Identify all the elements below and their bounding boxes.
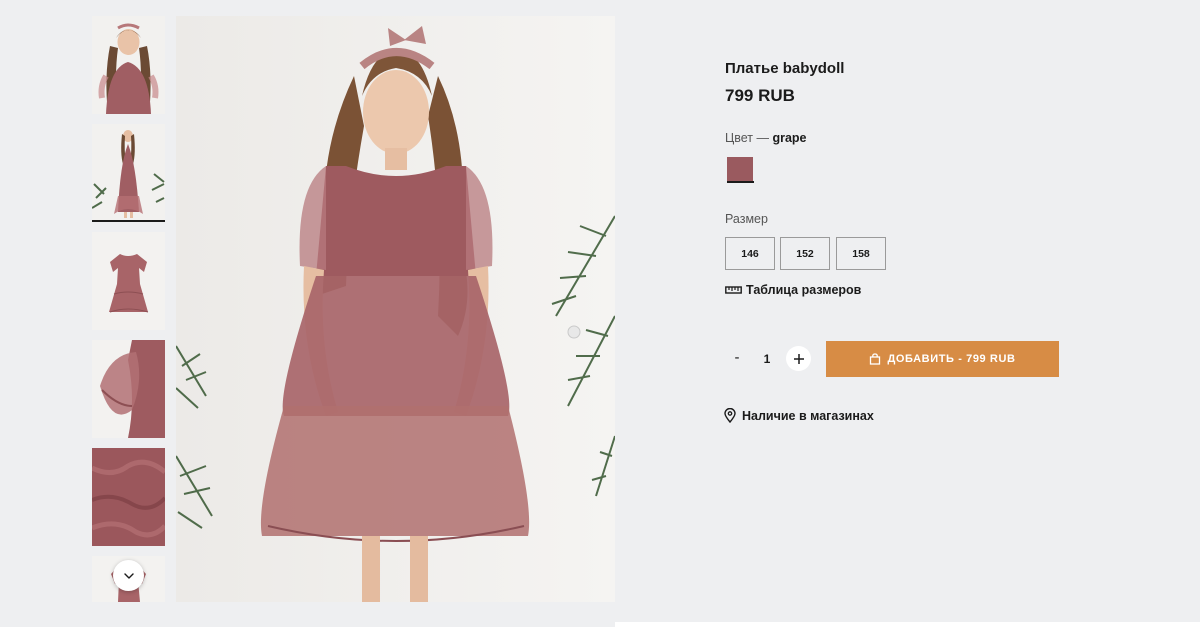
color-row: Цвет — grape xyxy=(725,131,807,145)
bag-icon xyxy=(870,353,881,365)
product-info-area xyxy=(615,0,1200,622)
quantity-value[interactable]: 1 xyxy=(757,350,777,368)
chevron-down-icon xyxy=(123,572,134,579)
add-to-cart-button[interactable]: ДОБАВИТЬ - 799 RUB xyxy=(826,341,1059,377)
ruler-icon xyxy=(725,286,742,294)
thumbnail-1[interactable] xyxy=(92,16,165,114)
map-pin-icon xyxy=(724,408,736,423)
size-chart-link[interactable]: Таблица размеров xyxy=(725,283,861,297)
swatch-selected-indicator xyxy=(727,181,754,183)
thumbnail-list[interactable] xyxy=(92,16,166,602)
plus-icon xyxy=(793,353,804,364)
product-title: Платье babydoll xyxy=(725,60,845,77)
color-swatch-grape[interactable] xyxy=(727,157,753,181)
thumbnail-2[interactable] xyxy=(92,124,165,222)
size-label: Размер xyxy=(725,212,768,226)
add-to-cart-label: ДОБАВИТЬ - 799 RUB xyxy=(887,353,1016,365)
thumbnail-3[interactable] xyxy=(92,232,165,330)
color-label: Цвет — xyxy=(725,131,773,145)
quantity-decrease-button[interactable]: - xyxy=(729,348,745,368)
thumbnails-scroll-down-button[interactable] xyxy=(113,560,144,591)
size-button-158[interactable]: 158 xyxy=(836,237,886,270)
product-price: 799 RUB xyxy=(725,86,795,105)
size-button-146[interactable]: 146 xyxy=(725,237,775,270)
thumbnail-5[interactable] xyxy=(92,448,165,546)
size-chart-label: Таблица размеров xyxy=(746,283,862,297)
main-product-photo[interactable] xyxy=(176,16,615,602)
quantity-increase-button[interactable] xyxy=(786,346,811,371)
store-availability-link[interactable]: Наличие в магазинах xyxy=(724,408,874,423)
size-button-152[interactable]: 152 xyxy=(780,237,830,270)
thumbnail-4[interactable] xyxy=(92,340,165,438)
store-availability-label: Наличие в магазинах xyxy=(742,408,874,423)
color-value: grape xyxy=(772,131,807,145)
